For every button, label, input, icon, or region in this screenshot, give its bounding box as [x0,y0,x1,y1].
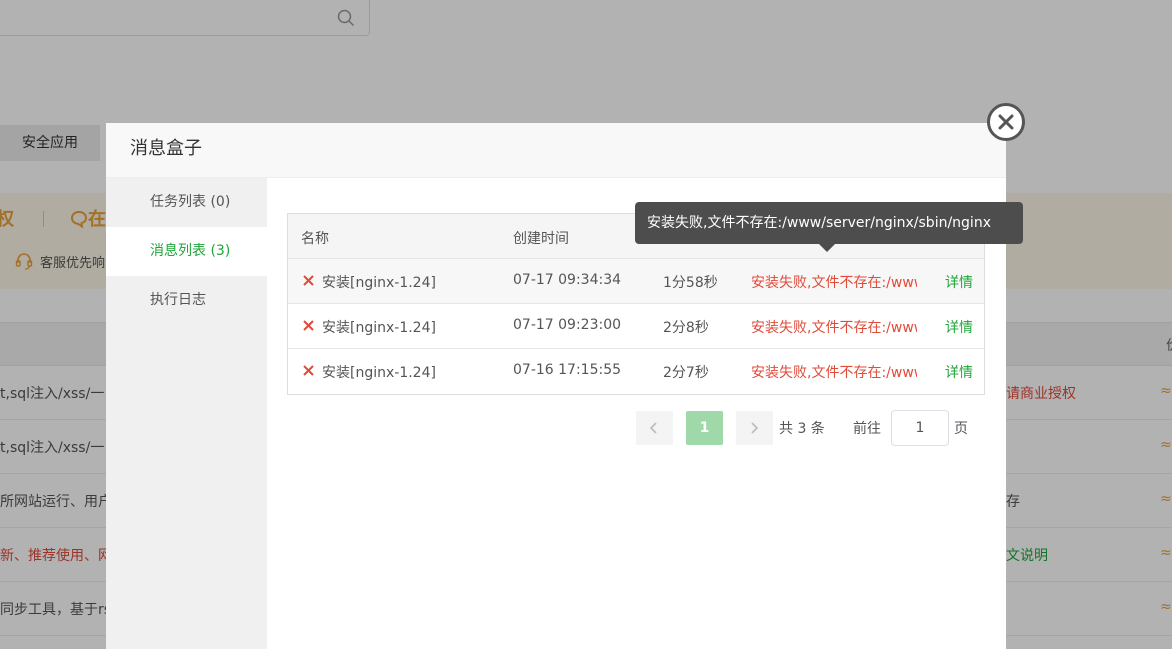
task-name: 安装[nginx-1.24] [322,365,436,381]
next-page-button[interactable] [736,411,773,445]
sidebar-item-execution-log[interactable]: 执行日志 [106,276,267,325]
task-name: 安装[nginx-1.24] [322,320,436,336]
table-row: 安装[nginx-1.24] 07-17 09:23:00 2分8秒 安装失败,… [288,304,984,349]
chevron-left-icon [649,422,657,434]
error-tooltip: 安装失败,文件不存在:/www/server/nginx/sbin/nginx [635,202,1023,244]
tooltip-arrow [819,244,835,252]
task-name: 安装[nginx-1.24] [322,275,436,291]
close-icon [998,114,1014,130]
close-button[interactable] [987,103,1025,141]
page-unit-label: 页 [954,421,968,437]
column-header-name: 名称 [301,231,329,247]
sidebar-item-message-list[interactable]: 消息列表 (3) [106,227,267,276]
column-header-created: 创建时间 [513,231,569,247]
chevron-right-icon [751,422,759,434]
error-message[interactable]: 安装失败,文件不存在:/www/server/nginx/sbin/nginx [751,272,917,292]
duration: 2分8秒 [663,320,709,336]
table-row: 安装[nginx-1.24] 07-17 09:34:34 1分58秒 安装失败… [288,259,984,304]
table-row: 安装[nginx-1.24] 07-16 17:15:55 2分7秒 安装失败,… [288,349,984,394]
created-time: 07-17 09:34:34 [513,272,622,288]
duration: 1分58秒 [663,275,718,291]
duration: 2分7秒 [663,365,709,381]
error-message[interactable]: 安装失败,文件不存在:/www/server/nginx/sbin/nginx [751,362,917,382]
detail-link[interactable]: 详情 [945,317,973,337]
detail-link[interactable]: 详情 [945,362,973,382]
created-time: 07-16 17:15:55 [513,362,622,378]
failed-status-icon [303,365,314,376]
detail-link[interactable]: 详情 [945,272,973,292]
dialog-title: 消息盒子 [106,123,1006,178]
failed-status-icon [303,320,314,331]
goto-label: 前往 [853,421,881,437]
failed-status-icon [303,275,314,286]
created-time: 07-17 09:23:00 [513,317,622,333]
goto-page-input[interactable] [891,410,949,446]
error-message[interactable]: 安装失败,文件不存在:/www/server/nginx/sbin/nginx [751,317,917,337]
message-list-panel: 名称 创建时间 安装[nginx-1.24] 07-17 09:34:34 1分… [267,178,1006,649]
total-count: 共 3 条 [779,421,825,437]
page-number-button[interactable]: 1 [686,411,723,445]
prev-page-button[interactable] [636,411,673,445]
dialog-sidebar: 任务列表 (0) 消息列表 (3) 执行日志 [106,178,267,649]
sidebar-item-task-list[interactable]: 任务列表 (0) [106,178,267,227]
